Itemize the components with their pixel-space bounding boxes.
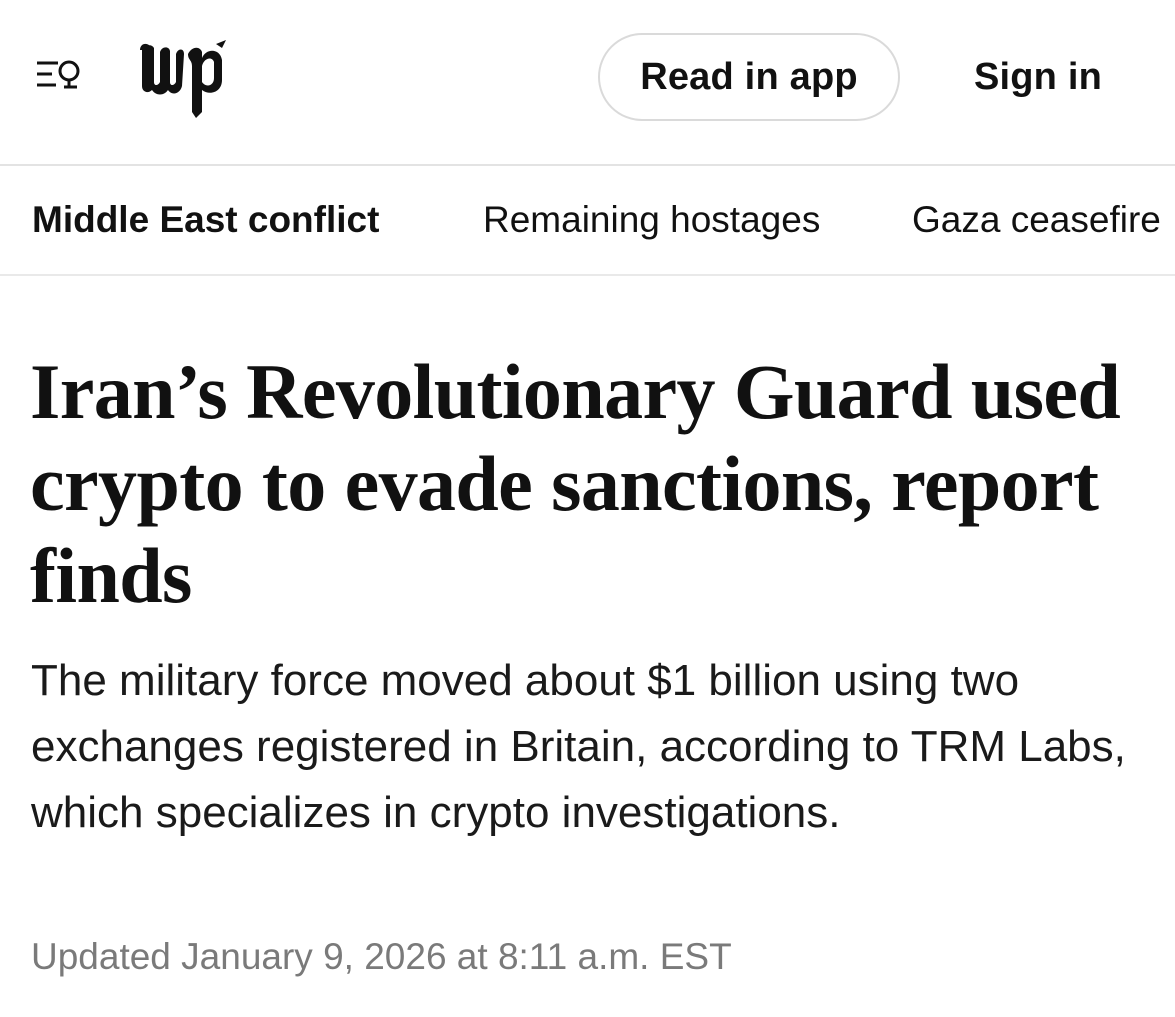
- wp-logo-icon: [140, 40, 226, 118]
- article-headline: Iran’s Revolutionary Guard used crypto t…: [30, 348, 1121, 619]
- washington-post-logo[interactable]: [136, 36, 228, 120]
- sign-in-link[interactable]: Sign in: [952, 33, 1124, 121]
- topic-gaza-ceasefire[interactable]: Gaza ceasefire: [912, 166, 1161, 274]
- topic-nav: Middle East conflict Remaining hostages …: [0, 166, 1175, 276]
- topic-middle-east-conflict[interactable]: Middle East conflict: [32, 166, 379, 274]
- topic-remaining-hostages[interactable]: Remaining hostages: [483, 166, 820, 274]
- menu-search-icon[interactable]: [32, 52, 86, 102]
- top-bar: Read in app Sign in: [0, 0, 1175, 166]
- article-timestamp: Updated January 9, 2026 at 8:11 a.m. EST: [31, 936, 732, 977]
- menu-lines-icon: [37, 60, 80, 89]
- read-in-app-button[interactable]: Read in app: [598, 33, 900, 121]
- article-dek: The military force moved about $1 billio…: [31, 656, 1126, 837]
